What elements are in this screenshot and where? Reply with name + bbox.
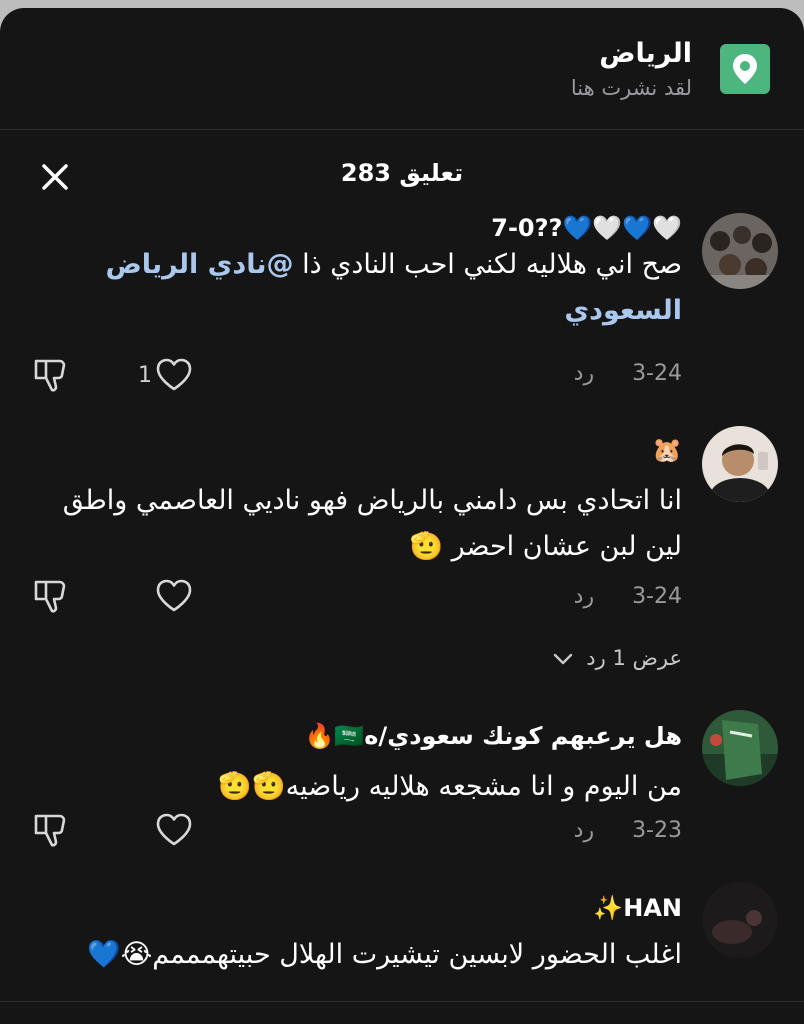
comments-sheet: الرياض لقد نشرت هنا 283 تعليق 🤍💙🤍💙??7-0 … xyxy=(0,8,804,1024)
comment-text: اغلب الحضور لابسين تيشيرت الهلال حبيتهمم… xyxy=(87,939,682,970)
comment-date: 3-24 xyxy=(632,361,682,386)
comment-date: 3-24 xyxy=(632,584,682,609)
close-icon[interactable] xyxy=(38,160,72,194)
comment-count-title: 283 تعليق xyxy=(340,159,464,187)
comment-text: انا اتحادي بس دامني بالرياض فهو ناديي ال… xyxy=(62,485,682,562)
comments-header: 283 تعليق xyxy=(0,130,804,216)
comment-text-main: صح اني هلاليه لكني احب النادي ذا xyxy=(293,249,682,280)
comment-text: صح اني هلاليه لكني احب النادي ذا @نادي ا… xyxy=(42,242,682,334)
comment-username[interactable]: HAN✨ xyxy=(593,894,682,922)
dislike-icon[interactable] xyxy=(30,811,70,849)
comment-meta: 3-24 رد xyxy=(574,361,682,386)
reply-button[interactable]: رد xyxy=(574,361,594,386)
dislike-icon[interactable] xyxy=(30,356,70,394)
reply-button[interactable]: رد xyxy=(574,818,594,843)
reply-button[interactable]: رد xyxy=(574,584,594,609)
avatar[interactable] xyxy=(702,882,778,958)
location-title: الرياض xyxy=(599,38,692,69)
like-button[interactable] xyxy=(138,811,202,849)
comment-meta: 3-24 رد xyxy=(574,584,682,609)
comment-username[interactable]: 🐹 xyxy=(652,436,682,464)
view-replies-button[interactable]: عرض 1 رد xyxy=(552,646,682,670)
avatar[interactable] xyxy=(702,710,778,786)
heart-icon xyxy=(156,813,192,846)
location-subtitle: لقد نشرت هنا xyxy=(570,76,692,100)
avatar[interactable] xyxy=(702,426,778,502)
view-replies-label: عرض 1 رد xyxy=(586,646,682,670)
heart-icon xyxy=(156,358,192,391)
divider xyxy=(0,1001,804,1002)
chevron-down-icon xyxy=(553,653,572,665)
comment-meta: 3-23 رد xyxy=(574,818,682,843)
heart-icon xyxy=(156,579,192,612)
comment-date: 3-23 xyxy=(632,818,682,843)
like-button[interactable]: 1 xyxy=(138,356,202,394)
location-bar[interactable]: الرياض لقد نشرت هنا xyxy=(0,8,804,130)
like-count: 1 xyxy=(138,362,152,388)
comment-username[interactable]: هل يرعبهم كونك سعودي/ه🇸🇦🔥 xyxy=(304,722,682,750)
location-pin-icon xyxy=(720,44,770,94)
like-button[interactable] xyxy=(138,577,202,615)
dislike-icon[interactable] xyxy=(30,577,70,615)
comment-text: من اليوم و انا مشجعه هلاليه رياضيه🫡🫡 xyxy=(218,771,682,802)
avatar[interactable] xyxy=(702,213,778,289)
comment-username[interactable]: 🤍💙🤍💙??7-0 xyxy=(491,214,682,242)
